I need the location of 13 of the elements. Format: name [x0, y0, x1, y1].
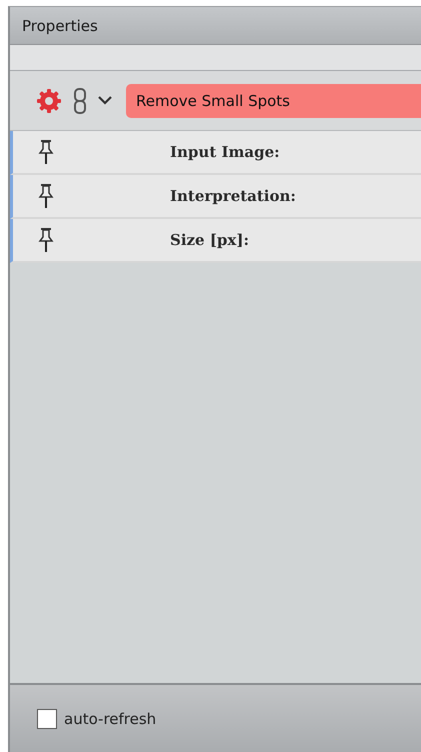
operator-name-field[interactable]: Remove Small Spots [126, 84, 421, 118]
pin-icon[interactable] [38, 139, 54, 165]
parameter-label: Size [px]: [170, 231, 249, 249]
pin-icon[interactable] [38, 227, 54, 253]
auto-refresh-checkbox[interactable] [37, 708, 57, 728]
panel-title: Properties [22, 16, 98, 34]
gear-icon[interactable] [36, 88, 62, 114]
pin-icon[interactable] [38, 183, 54, 209]
caret-icon[interactable] [98, 96, 112, 105]
chain-link-icon[interactable] [74, 88, 86, 114]
parameter-label: Interpretation: [170, 187, 296, 205]
auto-refresh-label: auto-refresh [64, 710, 156, 728]
parameter-label: Input Image: [170, 143, 280, 161]
